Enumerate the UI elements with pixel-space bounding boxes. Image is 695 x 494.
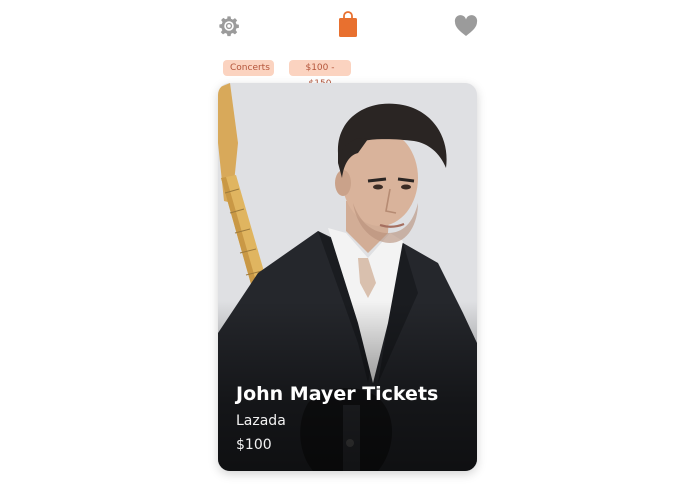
shopping-bag-icon[interactable] (337, 10, 359, 38)
event-card[interactable]: John Mayer Tickets Lazada $100 (218, 83, 477, 471)
card-vendor: Lazada (236, 413, 286, 429)
card-title: John Mayer Tickets (236, 383, 439, 405)
card-price: $100 (236, 437, 272, 453)
filter-tag-concerts[interactable]: Concerts (223, 60, 274, 76)
gear-icon[interactable] (218, 15, 240, 37)
filter-tag-price-range[interactable]: $100 - $150 (289, 60, 351, 89)
heart-icon[interactable] (454, 15, 478, 37)
top-bar (0, 0, 695, 56)
